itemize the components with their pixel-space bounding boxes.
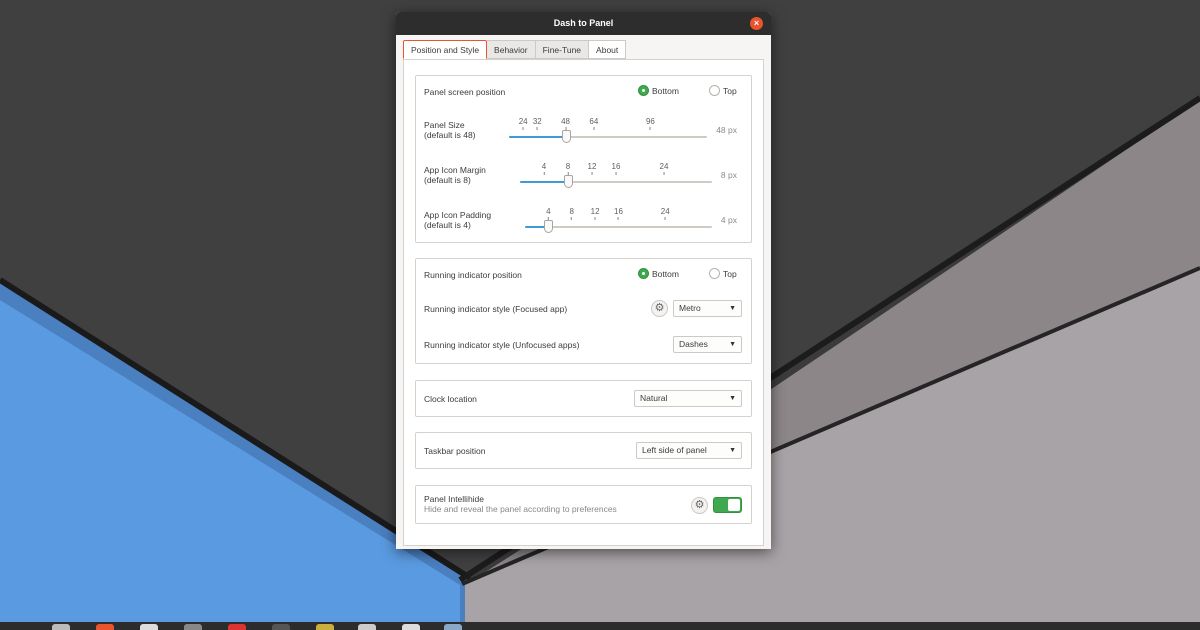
icon-margin-slider[interactable]: 4 8 12 16 24 <box>520 162 712 192</box>
slider-fill <box>520 181 568 183</box>
slider-mark: 16 <box>612 162 621 175</box>
panel-size-slider[interactable]: 24 32 48 64 96 <box>509 117 707 147</box>
slider-mark: 16 <box>614 207 623 220</box>
position-bottom-radio[interactable]: Bottom <box>638 85 679 96</box>
slider-mark: 12 <box>591 207 600 220</box>
close-icon[interactable]: × <box>750 17 763 30</box>
chevron-down-icon: ▼ <box>729 391 736 406</box>
gear-icon[interactable]: ⚙ <box>691 497 708 514</box>
unfocused-style-dropdown[interactable]: Dashes ▼ <box>673 336 742 353</box>
slider-mark: 4 <box>542 162 546 175</box>
app-icon[interactable] <box>316 624 334 630</box>
app-icon[interactable] <box>228 624 246 630</box>
tab-behavior[interactable]: Behavior <box>487 40 536 59</box>
intellihide-frame: Panel Intellihide Hide and reveal the pa… <box>415 485 752 524</box>
slider-mark: 8 <box>570 207 574 220</box>
slider-mark: 96 <box>646 117 655 130</box>
bottom-taskbar <box>0 622 1200 630</box>
intellihide-toggle[interactable] <box>713 497 742 513</box>
app-icon[interactable] <box>272 624 290 630</box>
radio-selected-icon <box>638 85 649 96</box>
running-indicator-label: Running indicator position <box>424 270 522 280</box>
panel-size-value: 48 px <box>716 125 737 135</box>
gear-icon[interactable]: ⚙ <box>651 300 668 317</box>
radio-selected-icon <box>638 268 649 279</box>
panel-size-label: Panel Size (default is 48) <box>424 120 476 140</box>
focused-style-label: Running indicator style (Focused app) <box>424 304 567 314</box>
intellihide-label: Panel Intellihide Hide and reveal the pa… <box>424 494 617 514</box>
title-bar[interactable]: Dash to Panel × <box>396 12 771 35</box>
slider-fill <box>509 136 566 138</box>
tab-position-and-style[interactable]: Position and Style <box>403 40 487 59</box>
slider-mark: 24 <box>660 162 669 175</box>
icon-margin-label: App Icon Margin (default is 8) <box>424 165 486 185</box>
slider-mark: 48 <box>561 117 570 130</box>
slider-handle[interactable] <box>544 220 553 233</box>
slider-mark: 32 <box>533 117 542 130</box>
taskbar-frame: Taskbar position Left side of panel ▼ <box>415 432 752 469</box>
focused-style-dropdown[interactable]: Metro ▼ <box>673 300 742 317</box>
running-top-radio[interactable]: Top <box>709 268 737 279</box>
slider-mark: 4 <box>546 207 550 220</box>
unfocused-style-label: Running indicator style (Unfocused apps) <box>424 340 579 350</box>
position-top-radio[interactable]: Top <box>709 85 737 96</box>
tab-fine-tune[interactable]: Fine-Tune <box>536 40 589 59</box>
chevron-down-icon: ▼ <box>729 301 736 316</box>
slider-handle[interactable] <box>562 130 571 143</box>
icon-padding-slider[interactable]: 4 8 12 16 24 <box>525 207 712 237</box>
icon-padding-label: App Icon Padding (default is 4) <box>424 210 491 230</box>
slider-mark: 12 <box>588 162 597 175</box>
slider-handle[interactable] <box>564 175 573 188</box>
window-title: Dash to Panel <box>396 18 771 28</box>
radio-unselected-icon <box>709 268 720 279</box>
radio-unselected-icon <box>709 85 720 96</box>
panel-position-label: Panel screen position <box>424 87 505 97</box>
running-bottom-radio[interactable]: Bottom <box>638 268 679 279</box>
preferences-window: Dash to Panel × Position and Style Behav… <box>396 12 771 549</box>
app-icon[interactable] <box>358 624 376 630</box>
icon-margin-value: 8 px <box>721 170 737 180</box>
tab-about[interactable]: About <box>589 40 626 59</box>
chevron-down-icon: ▼ <box>729 443 736 458</box>
app-icon[interactable] <box>140 624 158 630</box>
app-icon[interactable] <box>444 624 462 630</box>
taskbar-position-dropdown[interactable]: Left side of panel ▼ <box>636 442 742 459</box>
position-size-frame: Panel screen position Bottom Top Panel S… <box>415 75 752 243</box>
clock-frame: Clock location Natural ▼ <box>415 380 752 417</box>
app-icon[interactable] <box>96 624 114 630</box>
app-icon[interactable] <box>184 624 202 630</box>
clock-location-dropdown[interactable]: Natural ▼ <box>634 390 742 407</box>
clock-location-label: Clock location <box>424 394 477 404</box>
intellihide-description: Hide and reveal the panel according to p… <box>424 504 617 514</box>
running-indicator-frame: Running indicator position Bottom Top Ru… <box>415 258 752 364</box>
icon-padding-value: 4 px <box>721 215 737 225</box>
app-icon[interactable] <box>402 624 420 630</box>
slider-mark: 24 <box>661 207 670 220</box>
chevron-down-icon: ▼ <box>729 337 736 352</box>
app-icon[interactable] <box>52 624 70 630</box>
slider-mark: 24 <box>519 117 528 130</box>
slider-track[interactable] <box>525 226 712 228</box>
taskbar-position-label: Taskbar position <box>424 446 485 456</box>
toggle-knob <box>728 499 740 511</box>
tab-bar: Position and Style Behavior Fine-Tune Ab… <box>403 40 626 60</box>
tab-content: Panel screen position Bottom Top Panel S… <box>403 59 764 546</box>
slider-mark: 8 <box>566 162 570 175</box>
slider-mark: 64 <box>589 117 598 130</box>
